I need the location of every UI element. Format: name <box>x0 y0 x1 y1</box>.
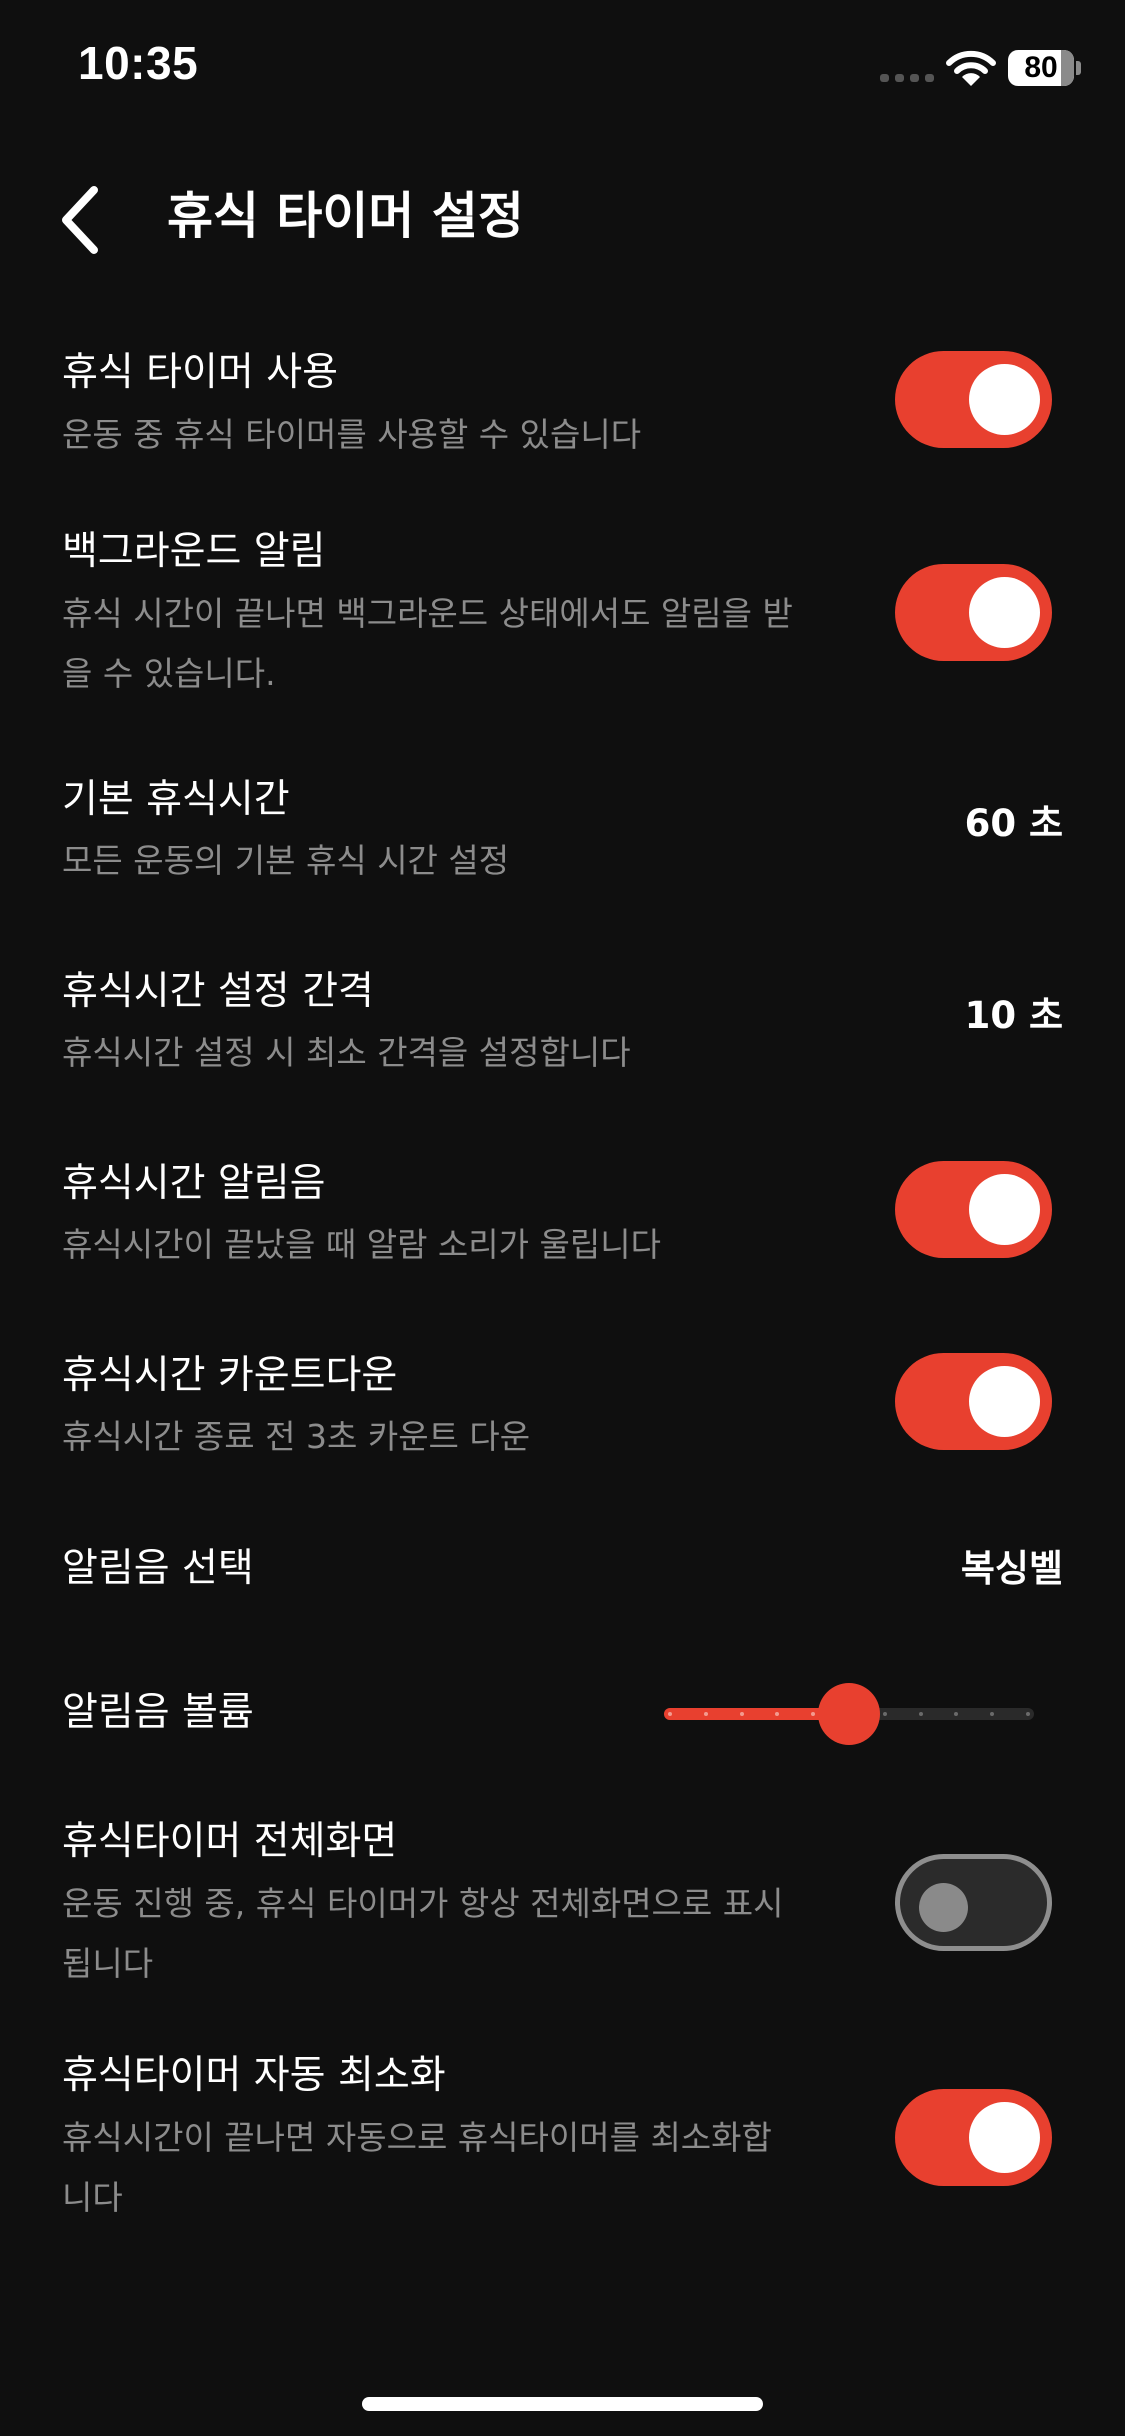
background-alarm-toggle[interactable] <box>895 564 1052 661</box>
rest-countdown-toggle[interactable] <box>895 1353 1052 1450</box>
setting-description: 운동 중 휴식 타이머를 사용할 수 있습니다 <box>62 415 642 454</box>
setting-title: 백그라운드 알림 <box>62 529 326 574</box>
toggle-knob <box>969 364 1040 435</box>
setting-title: 기본 휴식시간 <box>62 777 290 822</box>
setting-title: 휴식시간 카운트다운 <box>62 1353 398 1398</box>
slider-tick <box>882 1712 887 1716</box>
rest-time-interval-value[interactable]: 10 초 <box>965 989 1063 1043</box>
setting-title: 알림음 선택 <box>62 1546 254 1591</box>
slider-tick <box>918 1712 923 1716</box>
battery-level: 80 <box>1024 51 1058 84</box>
auto-minimize-toggle[interactable] <box>895 2089 1052 2186</box>
slider-thumb[interactable] <box>818 1683 880 1745</box>
toggle-knob <box>919 1883 968 1932</box>
page-title: 휴식 타이머 설정 <box>167 187 524 245</box>
toggle-knob <box>969 1174 1040 1245</box>
setting-description: 휴식시간 설정 시 최소 간격을 설정합니다 <box>62 1033 631 1072</box>
setting-title: 휴식 타이머 사용 <box>62 350 338 395</box>
setting-description: 휴식 시간이 끝나면 백그라운드 상태에서도 알림을 받 을 수 있습니다. <box>62 594 793 693</box>
back-button[interactable] <box>44 170 124 270</box>
rest-alarm-sound-toggle[interactable] <box>895 1161 1052 1258</box>
setting-description: 휴식시간이 끝나면 자동으로 휴식타이머를 최소화합 니다 <box>62 2118 772 2217</box>
cellular-signal-icon <box>880 74 934 82</box>
chevron-left-icon <box>62 186 98 254</box>
setting-description: 운동 진행 중, 휴식 타이머가 항상 전체화면으로 표시 됩니다 <box>62 1884 784 1983</box>
slider-tick <box>668 1712 672 1716</box>
rest-timer-use-toggle[interactable] <box>895 351 1052 448</box>
fullscreen-timer-toggle[interactable] <box>895 1854 1052 1951</box>
setting-title: 휴식타이머 자동 최소화 <box>62 2053 446 2098</box>
setting-description: 휴식시간 종료 전 3초 카운트 다운 <box>62 1417 531 1456</box>
home-indicator[interactable] <box>362 2397 763 2411</box>
toggle-knob <box>969 2102 1040 2173</box>
setting-description: 모든 운동의 기본 휴식 시간 설정 <box>62 841 510 880</box>
slider-tick <box>1026 1712 1030 1716</box>
setting-description: 휴식시간이 끝났을 때 알람 소리가 울립니다 <box>62 1225 661 1264</box>
default-rest-time-value[interactable]: 60 초 <box>965 797 1063 851</box>
slider-tick <box>739 1712 744 1716</box>
setting-title: 휴식시간 알림음 <box>62 1161 326 1206</box>
setting-title: 휴식시간 설정 간격 <box>62 969 374 1014</box>
toggle-knob <box>969 577 1040 648</box>
status-time: 10:35 <box>78 37 199 89</box>
wifi-icon <box>946 50 996 86</box>
setting-title: 알림음 볼륨 <box>62 1690 254 1735</box>
toggle-knob <box>969 1366 1040 1437</box>
slider-tick <box>703 1712 708 1716</box>
battery-icon: 80 <box>1008 50 1081 86</box>
alarm-sound-value[interactable]: 복싱벨 <box>961 1542 1063 1596</box>
setting-title: 휴식타이머 전체화면 <box>62 1819 398 1864</box>
alarm-volume-slider[interactable] <box>664 1683 1034 1745</box>
